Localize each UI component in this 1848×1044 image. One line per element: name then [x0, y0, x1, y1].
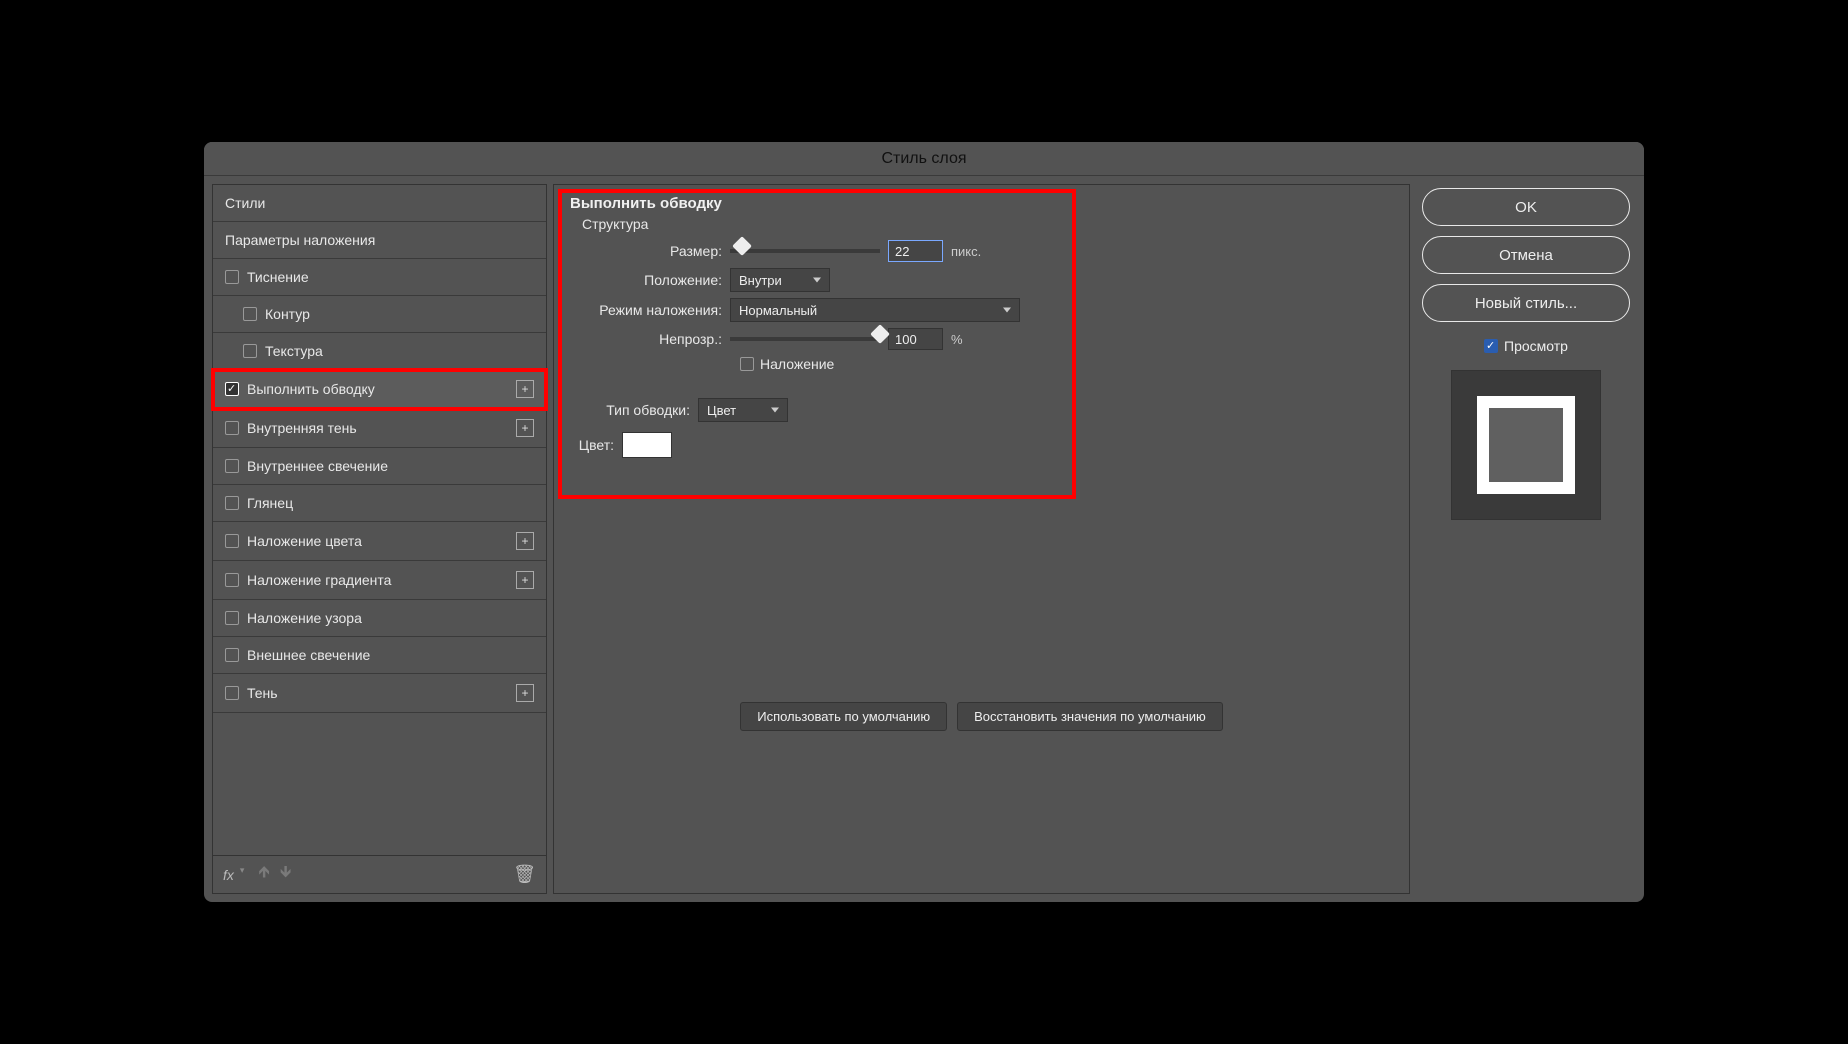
style-item-1[interactable]: Контур	[213, 296, 546, 333]
window-title: Стиль слоя	[204, 142, 1644, 176]
add-effect-icon[interactable]: +	[516, 532, 534, 550]
preview-checkbox[interactable]	[1484, 339, 1498, 353]
style-checkbox-8[interactable]	[225, 573, 239, 587]
dialog-body: Стили Параметры наложения Тиснение Контур…	[204, 176, 1644, 902]
opacity-row: Непрозр.: %	[570, 328, 1393, 350]
stroke-type-select[interactable]: Цвет	[698, 398, 788, 422]
overprint-label: Наложение	[760, 356, 834, 372]
overprint-checkbox[interactable]	[740, 357, 754, 371]
style-item-3[interactable]: Выполнить обводку +	[213, 370, 546, 409]
style-checkbox-3[interactable]	[225, 382, 239, 396]
style-item-11[interactable]: Тень +	[213, 674, 546, 713]
color-row: Цвет:	[570, 432, 1393, 458]
preview-swatch	[1477, 396, 1575, 494]
new-style-button[interactable]: Новый стиль...	[1422, 284, 1630, 322]
overprint-row: Наложение	[740, 356, 1393, 372]
style-checkbox-7[interactable]	[225, 534, 239, 548]
blend-mode-label: Режим наложения:	[570, 302, 722, 318]
style-item-7[interactable]: Наложение цвета +	[213, 522, 546, 561]
style-label: Тень	[247, 685, 278, 701]
cancel-button[interactable]: Отмена	[1422, 236, 1630, 274]
add-effect-icon[interactable]: +	[516, 380, 534, 398]
fx-menu-icon[interactable]: ▾	[240, 865, 245, 876]
style-label: Внешнее свечение	[247, 647, 370, 663]
style-label: Контур	[265, 306, 310, 322]
style-label: Внутреннее свечение	[247, 458, 388, 474]
styles-header[interactable]: Стили	[213, 185, 546, 222]
style-item-8[interactable]: Наложение градиента +	[213, 561, 546, 600]
color-swatch[interactable]	[622, 432, 672, 458]
reset-default-button[interactable]: Восстановить значения по умолчанию	[957, 702, 1223, 731]
style-item-2[interactable]: Текстура	[213, 333, 546, 370]
trash-icon[interactable]: 🗑	[513, 864, 536, 885]
move-up-icon[interactable]: 🡹	[258, 861, 270, 888]
center-panel: Выполнить обводку Структура Размер: пикс…	[553, 184, 1410, 894]
style-label: Выполнить обводку	[247, 381, 375, 397]
size-label: Размер:	[570, 243, 722, 259]
opacity-slider[interactable]	[730, 337, 880, 341]
style-checkbox-0[interactable]	[225, 270, 239, 284]
style-label: Тиснение	[247, 269, 309, 285]
style-item-10[interactable]: Внешнее свечение	[213, 637, 546, 674]
add-effect-icon[interactable]: +	[516, 571, 534, 589]
style-checkbox-5[interactable]	[225, 459, 239, 473]
style-item-9[interactable]: Наложение узора	[213, 600, 546, 637]
style-label: Глянец	[247, 495, 293, 511]
style-label: Наложение узора	[247, 610, 362, 626]
layer-style-dialog: Стиль слоя Стили Параметры наложения Тис…	[204, 142, 1644, 902]
blend-mode-row: Режим наложения: Нормальный	[570, 298, 1393, 322]
add-effect-icon[interactable]: +	[516, 684, 534, 702]
defaults-row: Использовать по умолчанию Восстановить з…	[554, 698, 1409, 743]
size-row: Размер: пикс.	[570, 240, 1393, 262]
stroke-type-label: Тип обводки:	[570, 402, 690, 418]
position-row: Положение: Внутри	[570, 268, 1393, 292]
size-slider[interactable]	[730, 249, 880, 253]
position-label: Положение:	[570, 272, 722, 288]
size-input[interactable]	[888, 240, 943, 262]
styles-list: Стили Параметры наложения Тиснение Контур…	[212, 184, 547, 856]
style-label: Наложение градиента	[247, 572, 391, 588]
make-default-button[interactable]: Использовать по умолчанию	[740, 702, 947, 731]
style-checkbox-10[interactable]	[225, 648, 239, 662]
structure-title: Структура	[582, 216, 1393, 232]
blend-mode-select[interactable]: Нормальный	[730, 298, 1020, 322]
stroke-type-row: Тип обводки: Цвет	[570, 398, 1393, 422]
style-label: Внутренняя тень	[247, 420, 357, 436]
style-checkbox-9[interactable]	[225, 611, 239, 625]
style-item-6[interactable]: Глянец	[213, 485, 546, 522]
effect-settings: Выполнить обводку Структура Размер: пикс…	[553, 184, 1410, 894]
opacity-unit: %	[951, 332, 963, 347]
style-item-0[interactable]: Тиснение	[213, 259, 546, 296]
move-down-icon[interactable]: 🡻	[280, 861, 292, 888]
left-footer: fx ▾ 🡹 🡻 🗑	[212, 856, 547, 894]
opacity-label: Непрозр.:	[570, 331, 722, 347]
style-checkbox-1[interactable]	[243, 307, 257, 321]
right-panel: OK Отмена Новый стиль... Просмотр	[1416, 184, 1636, 894]
fx-label: fx	[223, 867, 234, 883]
style-label: Текстура	[265, 343, 323, 359]
blending-options-header[interactable]: Параметры наложения	[213, 222, 546, 259]
left-panel: Стили Параметры наложения Тиснение Контур…	[212, 184, 547, 894]
style-checkbox-2[interactable]	[243, 344, 257, 358]
style-checkbox-4[interactable]	[225, 421, 239, 435]
style-item-5[interactable]: Внутреннее свечение	[213, 448, 546, 485]
position-select[interactable]: Внутри	[730, 268, 830, 292]
preview-row: Просмотр	[1422, 338, 1630, 354]
ok-button[interactable]: OK	[1422, 188, 1630, 226]
style-checkbox-6[interactable]	[225, 496, 239, 510]
style-checkbox-11[interactable]	[225, 686, 239, 700]
opacity-input[interactable]	[888, 328, 943, 350]
add-effect-icon[interactable]: +	[516, 419, 534, 437]
preview-box	[1451, 370, 1601, 520]
color-label: Цвет:	[570, 437, 614, 453]
size-unit: пикс.	[951, 244, 981, 259]
style-item-4[interactable]: Внутренняя тень +	[213, 409, 546, 448]
preview-label: Просмотр	[1504, 338, 1568, 354]
effect-title: Выполнить обводку	[570, 195, 1393, 212]
style-label: Наложение цвета	[247, 533, 362, 549]
